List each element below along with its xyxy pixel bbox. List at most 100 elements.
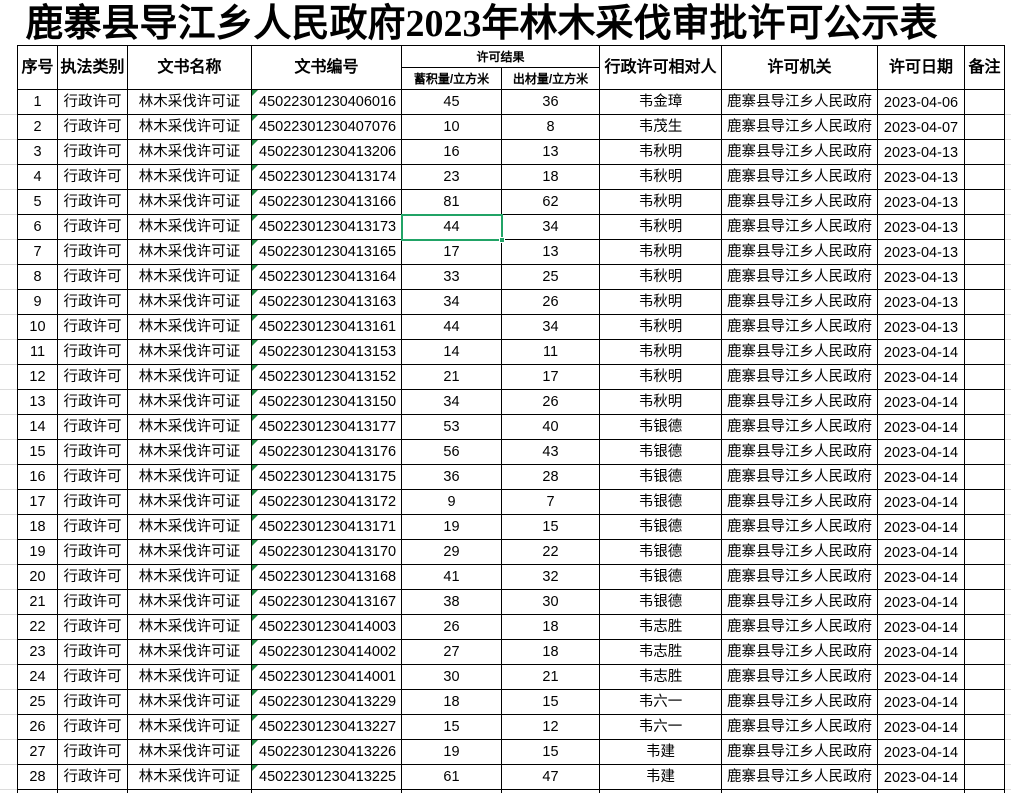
cell-date[interactable]: 2023-04-14: [878, 615, 965, 640]
cell-doc-no[interactable]: 45022301230413226: [252, 740, 402, 765]
cell-remarks[interactable]: [965, 265, 1005, 290]
cell-seq[interactable]: 25: [18, 690, 58, 715]
cell-seq[interactable]: 12: [18, 365, 58, 390]
cell-remarks[interactable]: [965, 365, 1005, 390]
cell-output[interactable]: 17: [502, 365, 600, 390]
cell-remarks[interactable]: [965, 665, 1005, 690]
cell-volume[interactable]: 30: [402, 665, 502, 690]
cell-volume[interactable]: 44: [401, 214, 505, 243]
cell-category[interactable]: 行政许可: [58, 140, 128, 165]
cell-remarks[interactable]: [965, 565, 1005, 590]
cell-licensee[interactable]: 韦秋明: [600, 315, 722, 340]
cell-doc-name[interactable]: 林木采伐许可证: [128, 715, 252, 740]
cell-output[interactable]: 15: [502, 515, 600, 540]
cell-remarks[interactable]: [965, 90, 1005, 115]
cell-licensee[interactable]: 韦银德: [600, 565, 722, 590]
cell-output[interactable]: 11: [502, 340, 600, 365]
cell-category[interactable]: 行政许可: [58, 615, 128, 640]
cell-doc-name[interactable]: 林木采伐许可证: [128, 340, 252, 365]
cell-authority[interactable]: 鹿寨县导江乡人民政府: [722, 490, 878, 515]
cell-doc-name[interactable]: 林木采伐许可证: [128, 390, 252, 415]
cell-category[interactable]: 行政许可: [58, 265, 128, 290]
cell-authority[interactable]: 鹿寨县导江乡人民政府: [722, 440, 878, 465]
cell-doc-name[interactable]: 林木采伐许可证: [128, 240, 252, 265]
cell-authority[interactable]: 鹿寨县导江乡人民政府: [722, 615, 878, 640]
cell-date[interactable]: 2023-04-14: [878, 740, 965, 765]
cell-authority[interactable]: 鹿寨县导江乡人民政府: [722, 215, 878, 240]
cell-date[interactable]: 2023-04-13: [878, 165, 965, 190]
cell-date[interactable]: 2023-04-07: [878, 115, 965, 140]
cell-seq[interactable]: 24: [18, 665, 58, 690]
cell-output[interactable]: 36: [502, 90, 600, 115]
cell-volume[interactable]: 38: [402, 590, 502, 615]
header-authority[interactable]: 许可机关: [722, 46, 878, 90]
cell-date[interactable]: 2023-04-13: [878, 315, 965, 340]
cell-category[interactable]: 行政许可: [58, 290, 128, 315]
cell-seq[interactable]: 10: [18, 315, 58, 340]
cell-authority[interactable]: 鹿寨县导江乡人民政府: [722, 665, 878, 690]
cell-doc-name[interactable]: 林木采伐许可证: [128, 490, 252, 515]
cell-seq[interactable]: 19: [18, 540, 58, 565]
cell-seq[interactable]: 5: [18, 190, 58, 215]
cell-remarks[interactable]: [965, 540, 1005, 565]
cell-volume[interactable]: 14: [402, 340, 502, 365]
cell-volume[interactable]: 45: [402, 90, 502, 115]
cell-volume[interactable]: 27: [402, 640, 502, 665]
cell-doc-no[interactable]: 45022301230413153: [252, 340, 402, 365]
cell-authority[interactable]: 鹿寨县导江乡人民政府: [722, 240, 878, 265]
cell-output[interactable]: 47: [502, 765, 600, 790]
cell-licensee[interactable]: 韦金璋: [600, 90, 722, 115]
cell-category[interactable]: 行政许可: [58, 515, 128, 540]
cell-category[interactable]: 行政许可: [58, 590, 128, 615]
cell-seq[interactable]: 28: [18, 765, 58, 790]
cell-authority[interactable]: 鹿寨县导江乡人民政府: [722, 415, 878, 440]
cell-doc-name[interactable]: 林木采伐许可证: [128, 515, 252, 540]
cell-volume[interactable]: 21: [402, 365, 502, 390]
cell-doc-name[interactable]: 林木采伐许可证: [128, 740, 252, 765]
cell-doc-name[interactable]: 林木采伐许可证: [128, 315, 252, 340]
cell-seq[interactable]: 17: [18, 490, 58, 515]
cell-authority[interactable]: 鹿寨县导江乡人民政府: [722, 340, 878, 365]
cell-licensee[interactable]: 韦六一: [600, 690, 722, 715]
cell-licensee[interactable]: 韦志胜: [600, 640, 722, 665]
cell-licensee[interactable]: 韦六一: [600, 715, 722, 740]
cell-doc-no[interactable]: 45022301230414003: [252, 615, 402, 640]
cell-licensee[interactable]: 韦秋明: [600, 165, 722, 190]
cell-doc-no[interactable]: 45022301230413164: [252, 265, 402, 290]
cell-licensee[interactable]: 韦秋明: [600, 190, 722, 215]
cell-category[interactable]: 行政许可: [58, 240, 128, 265]
cell-date[interactable]: 2023-04-14: [878, 515, 965, 540]
cell-doc-no[interactable]: 45022301230413163: [252, 290, 402, 315]
cell-authority[interactable]: 鹿寨县导江乡人民政府: [722, 190, 878, 215]
cell-remarks[interactable]: [965, 640, 1005, 665]
cell-category[interactable]: 行政许可: [58, 690, 128, 715]
cell-volume[interactable]: 53: [402, 415, 502, 440]
cell-output[interactable]: 15: [502, 740, 600, 765]
cell-volume[interactable]: 19: [402, 515, 502, 540]
cell-doc-no[interactable]: 45022301230413206: [252, 140, 402, 165]
cell-seq[interactable]: 18: [18, 515, 58, 540]
cell-output[interactable]: 22: [502, 540, 600, 565]
cell-licensee[interactable]: 韦银德: [600, 415, 722, 440]
cell-remarks[interactable]: [965, 740, 1005, 765]
cell-date[interactable]: 2023-04-13: [878, 265, 965, 290]
cell-remarks[interactable]: [965, 615, 1005, 640]
cell-date[interactable]: 2023-04-14: [878, 565, 965, 590]
cell-volume[interactable]: 56: [402, 440, 502, 465]
cell-output[interactable]: 13: [502, 140, 600, 165]
cell-date[interactable]: 2023-04-14: [878, 490, 965, 515]
cell-category[interactable]: 行政许可: [58, 640, 128, 665]
cell-authority[interactable]: 鹿寨县导江乡人民政府: [722, 565, 878, 590]
cell-volume[interactable]: 19: [402, 740, 502, 765]
cell-authority[interactable]: 鹿寨县导江乡人民政府: [722, 540, 878, 565]
cell-authority[interactable]: 鹿寨县导江乡人民政府: [722, 265, 878, 290]
cell-output[interactable]: 21: [502, 665, 600, 690]
cell-output[interactable]: 34: [502, 215, 600, 240]
cell-volume[interactable]: 23: [402, 165, 502, 190]
cell-authority[interactable]: 鹿寨县导江乡人民政府: [722, 115, 878, 140]
cell-output[interactable]: 30: [502, 590, 600, 615]
cell-doc-no[interactable]: 45022301230413175: [252, 465, 402, 490]
cell-category[interactable]: 行政许可: [58, 540, 128, 565]
cell-remarks[interactable]: [965, 115, 1005, 140]
cell-seq[interactable]: 9: [18, 290, 58, 315]
